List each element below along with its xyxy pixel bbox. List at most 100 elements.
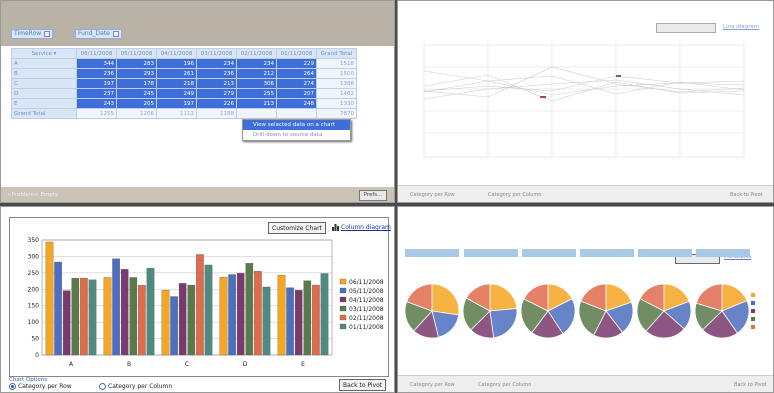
table-cell[interactable]: 255: [236, 88, 277, 99]
table-cell[interactable]: 236: [76, 68, 117, 79]
bar[interactable]: [120, 269, 129, 356]
table-cell[interactable]: 218: [156, 78, 197, 89]
bar[interactable]: [228, 274, 236, 356]
bar[interactable]: [294, 290, 303, 356]
table-cell[interactable]: 197: [76, 78, 117, 89]
bar[interactable]: [129, 277, 138, 356]
bar[interactable]: [80, 277, 88, 356]
table-cell[interactable]: 207: [276, 88, 317, 99]
table-cell[interactable]: 197: [156, 98, 197, 109]
bar[interactable]: [178, 283, 187, 356]
table-cell[interactable]: 234: [236, 58, 277, 69]
table-cell[interactable]: 229: [276, 58, 317, 69]
column-header[interactable]: 02/11/2008: [236, 48, 277, 59]
bar[interactable]: [245, 263, 254, 356]
table-cell[interactable]: 306: [236, 78, 277, 89]
table-cell[interactable]: 213: [236, 98, 277, 109]
filter-field-fund-date[interactable]: Fund_Date: [75, 29, 122, 39]
column-diagram-link[interactable]: Column diagram: [341, 224, 391, 231]
grand-total-cell[interactable]: 1112: [156, 108, 197, 119]
table-cell[interactable]: 274: [276, 78, 317, 89]
radio-category-column-faded[interactable]: Category per Column: [488, 192, 541, 198]
row-header[interactable]: C: [11, 78, 77, 89]
table-cell[interactable]: 205: [116, 98, 157, 109]
table-cell[interactable]: 213: [196, 78, 237, 89]
grand-total-cell[interactable]: 1206: [116, 108, 157, 119]
line-diagram-link[interactable]: Line diagram: [723, 24, 759, 30]
row-field-header[interactable]: Service ▾: [11, 48, 77, 59]
filter-icon[interactable]: [44, 30, 51, 37]
bar[interactable]: [262, 286, 271, 356]
pie-slice[interactable]: [489, 283, 518, 312]
customize-chart-button[interactable]: Customize Chart: [268, 222, 326, 234]
table-cell[interactable]: 178: [116, 78, 157, 89]
table-cell[interactable]: 245: [116, 88, 157, 99]
table-cell[interactable]: 236: [196, 68, 237, 79]
grand-total-cell[interactable]: [276, 108, 317, 119]
row-header[interactable]: E: [11, 98, 77, 109]
bar[interactable]: [54, 261, 62, 356]
radio-category-row[interactable]: Category per Row: [9, 383, 72, 390]
bar[interactable]: [286, 287, 294, 356]
grand-total-cell[interactable]: [236, 108, 277, 119]
column-header[interactable]: 05/11/2008: [116, 48, 157, 59]
pie-slice[interactable]: [431, 283, 460, 316]
bar[interactable]: [138, 285, 146, 356]
table-cell[interactable]: 249: [156, 88, 197, 99]
prefs-button[interactable]: Prefs...: [359, 190, 387, 201]
bar[interactable]: [62, 290, 71, 356]
radio-icon[interactable]: [9, 383, 16, 390]
menu-item-view-chart[interactable]: View selected data on a chart: [243, 120, 350, 130]
radio-category-row-faded[interactable]: Category per Row: [410, 192, 455, 198]
table-cell[interactable]: 1500: [316, 68, 357, 79]
column-header[interactable]: 06/11/2008: [76, 48, 117, 59]
table-cell[interactable]: 212: [236, 68, 277, 79]
back-to-pivot-faded[interactable]: Back to Pivot: [734, 382, 767, 388]
table-cell[interactable]: 261: [156, 68, 197, 79]
table-cell[interactable]: 293: [116, 68, 157, 79]
table-cell[interactable]: 283: [116, 58, 157, 69]
column-header[interactable]: 04/11/2008: [156, 48, 197, 59]
table-cell[interactable]: 1330: [316, 98, 357, 109]
menu-item-drill-down[interactable]: Drill-down to source data: [243, 130, 350, 140]
bar[interactable]: [103, 277, 112, 356]
grand-total-cell[interactable]: 1188: [196, 108, 237, 119]
radio-category-row-faded[interactable]: Category per Row: [410, 382, 455, 388]
column-header[interactable]: Grand Total: [316, 48, 357, 59]
bar[interactable]: [277, 275, 286, 356]
bar[interactable]: [254, 271, 262, 356]
table-cell[interactable]: 226: [196, 98, 237, 109]
grand-total-cell[interactable]: 7870: [316, 108, 357, 119]
filter-icon[interactable]: [112, 30, 119, 37]
bar[interactable]: [187, 284, 196, 356]
grand-total-cell[interactable]: 1255: [76, 108, 117, 119]
bar[interactable]: [161, 290, 170, 356]
back-to-pivot-button[interactable]: Back to Pivot: [339, 379, 387, 391]
bar[interactable]: [320, 273, 329, 356]
bar[interactable]: [146, 268, 155, 356]
table-cell[interactable]: 264: [276, 68, 317, 79]
table-cell[interactable]: 243: [76, 98, 117, 109]
table-cell[interactable]: 234: [196, 58, 237, 69]
bar[interactable]: [236, 273, 245, 356]
pie-slice[interactable]: [489, 308, 518, 339]
back-to-pivot-faded[interactable]: Back to Pivot: [730, 192, 763, 198]
radio-category-column[interactable]: Category per Column: [99, 383, 172, 390]
bar[interactable]: [88, 279, 97, 356]
table-cell[interactable]: 1386: [316, 78, 357, 89]
row-header[interactable]: A: [11, 58, 77, 69]
bar[interactable]: [71, 277, 80, 356]
table-cell[interactable]: 1518: [316, 58, 357, 69]
row-header[interactable]: B: [11, 68, 77, 79]
bar[interactable]: [170, 296, 178, 356]
table-cell[interactable]: 279: [196, 88, 237, 99]
table-cell[interactable]: 237: [76, 88, 117, 99]
bar[interactable]: [219, 276, 228, 356]
table-cell[interactable]: 1462: [316, 88, 357, 99]
table-cell[interactable]: 248: [276, 98, 317, 109]
bar[interactable]: [196, 254, 204, 356]
table-cell[interactable]: 196: [156, 58, 197, 69]
bar[interactable]: [303, 280, 312, 356]
filter-field-timerow[interactable]: TimeRow: [11, 29, 54, 39]
bar[interactable]: [312, 284, 320, 356]
